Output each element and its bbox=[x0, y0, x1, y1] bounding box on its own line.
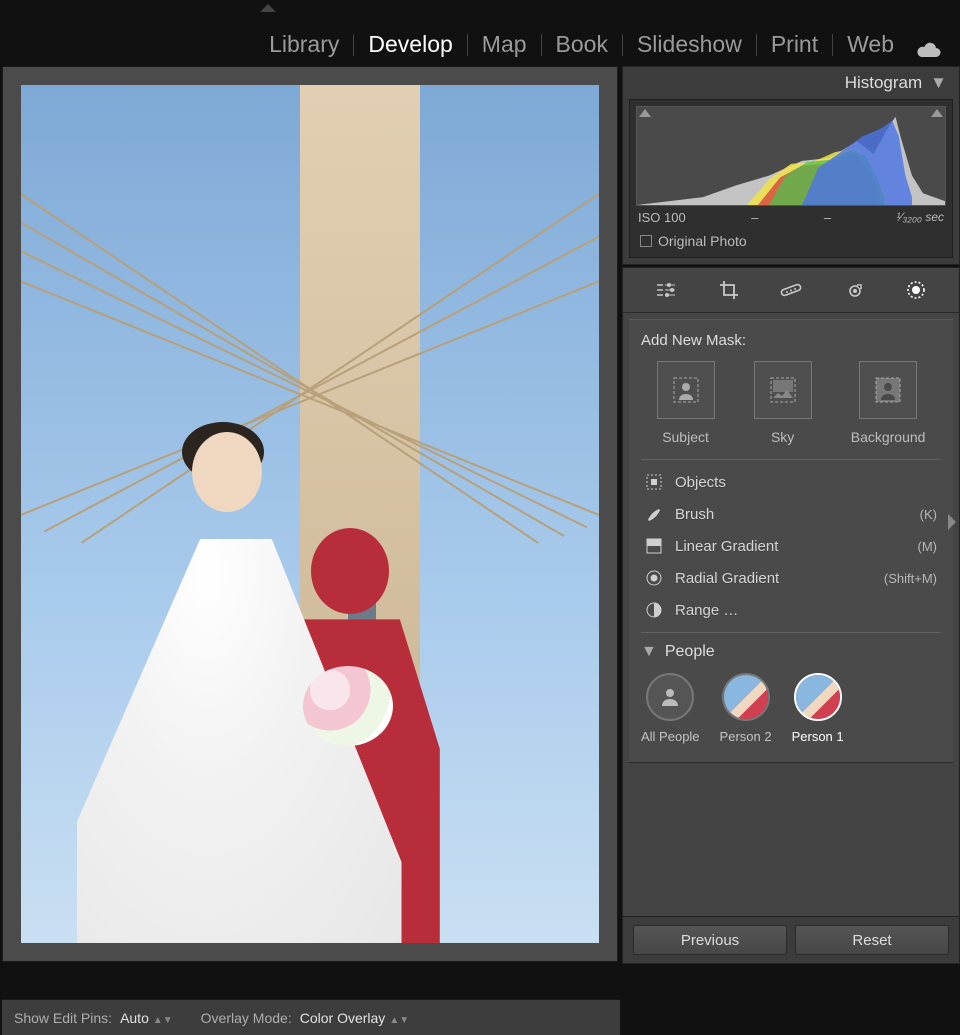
status-bar: Show Edit Pins: Auto ▲▼ Overlay Mode: Col… bbox=[2, 999, 620, 1035]
edit-tool-icon[interactable] bbox=[652, 278, 680, 302]
mask-tile-label: Subject bbox=[662, 429, 709, 445]
people-label: People bbox=[665, 643, 715, 661]
disclosure-icon: ▼ bbox=[641, 643, 657, 661]
preview-canvas[interactable] bbox=[21, 85, 599, 943]
mask-tile-sky[interactable]: Sky bbox=[754, 361, 812, 445]
module-book[interactable]: Book bbox=[542, 31, 622, 58]
mask-tool-range[interactable]: Range … bbox=[641, 594, 941, 626]
mask-tool-label: Brush bbox=[675, 506, 714, 523]
module-slideshow[interactable]: Slideshow bbox=[623, 31, 756, 58]
person-avatar bbox=[722, 673, 770, 721]
radial-icon bbox=[645, 569, 663, 587]
panel-footer: Previous Reset bbox=[623, 916, 959, 963]
previous-button[interactable]: Previous bbox=[633, 925, 787, 955]
dropdown-icon: ▲▼ bbox=[153, 1015, 173, 1026]
shutter-value: – bbox=[824, 210, 831, 225]
histogram-panel: Histogram ▼ ISO 100 – bbox=[622, 66, 960, 265]
dropdown-icon: ▲▼ bbox=[389, 1015, 409, 1026]
histogram-canvas[interactable] bbox=[636, 106, 946, 206]
module-web[interactable]: Web bbox=[833, 31, 908, 58]
person-avatar bbox=[646, 673, 694, 721]
iso-value: ISO 100 bbox=[638, 210, 686, 225]
subject-icon bbox=[657, 361, 715, 419]
person-avatar bbox=[794, 673, 842, 721]
mask-tool-label: Range … bbox=[675, 602, 738, 619]
shortcut-label: (M) bbox=[918, 539, 938, 554]
cloud-sync-icon[interactable] bbox=[916, 40, 942, 58]
mask-tool-linear[interactable]: Linear Gradient (M) bbox=[641, 530, 941, 562]
pins-dropdown[interactable]: Auto ▲▼ bbox=[120, 1010, 173, 1026]
tool-strip bbox=[623, 268, 959, 313]
mask-tool-radial[interactable]: Radial Gradient (Shift+M) bbox=[641, 562, 941, 594]
image-preview[interactable] bbox=[2, 66, 618, 962]
original-photo-toggle[interactable]: Original Photo bbox=[636, 227, 946, 255]
pins-label: Show Edit Pins: bbox=[14, 1010, 112, 1026]
person-chip-person-2[interactable]: Person 2 bbox=[720, 673, 772, 744]
histogram-header[interactable]: Histogram ▼ bbox=[623, 67, 959, 99]
heal-tool-icon[interactable] bbox=[777, 278, 805, 302]
module-library[interactable]: Library bbox=[255, 31, 353, 58]
people-header[interactable]: ▼ People bbox=[641, 643, 941, 661]
module-print[interactable]: Print bbox=[757, 31, 832, 58]
overlay-dropdown[interactable]: Color Overlay▲▼ bbox=[300, 1010, 409, 1026]
mask-tool-objects[interactable]: Objects bbox=[641, 466, 941, 498]
person-chip-person-1[interactable]: Person 1 bbox=[792, 673, 844, 744]
add-mask-title: Add New Mask: bbox=[641, 332, 941, 349]
overlay-value: Color Overlay bbox=[300, 1010, 386, 1026]
person-label: All People bbox=[641, 729, 700, 744]
shortcut-label: (K) bbox=[920, 507, 937, 522]
mask-tile-label: Background bbox=[851, 429, 926, 445]
right-panel: Histogram ▼ ISO 100 – bbox=[620, 64, 960, 964]
shortcut-label: (Shift+M) bbox=[884, 571, 937, 586]
sky-icon bbox=[754, 361, 812, 419]
mask-tile-background[interactable]: Background bbox=[851, 361, 926, 445]
module-map[interactable]: Map bbox=[468, 31, 541, 58]
collapse-icon: ▼ bbox=[930, 73, 947, 93]
histogram-meta: ISO 100 – – ¹⁄₃₂₀₀ sec bbox=[636, 206, 946, 227]
mask-tool-label: Radial Gradient bbox=[675, 570, 779, 587]
reset-button[interactable]: Reset bbox=[795, 925, 949, 955]
linear-icon bbox=[645, 537, 663, 555]
crop-tool-icon[interactable] bbox=[715, 278, 743, 302]
mask-tile-label: Sky bbox=[771, 429, 794, 445]
aperture-value: – bbox=[751, 210, 758, 225]
module-picker: LibraryDevelopMapBookSlideshowPrintWeb bbox=[0, 0, 960, 64]
range-icon bbox=[645, 601, 663, 619]
background-icon bbox=[859, 361, 917, 419]
checkbox-icon[interactable] bbox=[640, 235, 652, 247]
pins-value: Auto bbox=[120, 1010, 149, 1026]
brush-icon bbox=[645, 505, 663, 523]
mask-tool-label: Objects bbox=[675, 474, 726, 491]
mask-tool-brush[interactable]: Brush (K) bbox=[641, 498, 941, 530]
person-chip-all-people[interactable]: All People bbox=[641, 673, 700, 744]
person-label: Person 2 bbox=[720, 729, 772, 744]
expand-right-icon[interactable] bbox=[948, 514, 958, 530]
objects-icon bbox=[645, 473, 663, 491]
exposure-value: ¹⁄₃₂₀₀ sec bbox=[897, 210, 944, 225]
mask-tool-icon[interactable] bbox=[902, 278, 930, 302]
histogram-title: Histogram bbox=[845, 73, 922, 93]
people-section: ▼ People All People Person 2 Person 1 bbox=[641, 643, 941, 744]
masking-panel: Add New Mask: Subject Sky Background Objec… bbox=[629, 319, 953, 763]
mask-tile-subject[interactable]: Subject bbox=[657, 361, 715, 445]
module-develop[interactable]: Develop bbox=[354, 31, 466, 58]
original-photo-label: Original Photo bbox=[658, 233, 747, 249]
overlay-label: Overlay Mode: bbox=[201, 1010, 292, 1026]
person-label: Person 1 bbox=[792, 729, 844, 744]
mask-tool-label: Linear Gradient bbox=[675, 538, 778, 555]
redeye-tool-icon[interactable] bbox=[839, 278, 867, 302]
